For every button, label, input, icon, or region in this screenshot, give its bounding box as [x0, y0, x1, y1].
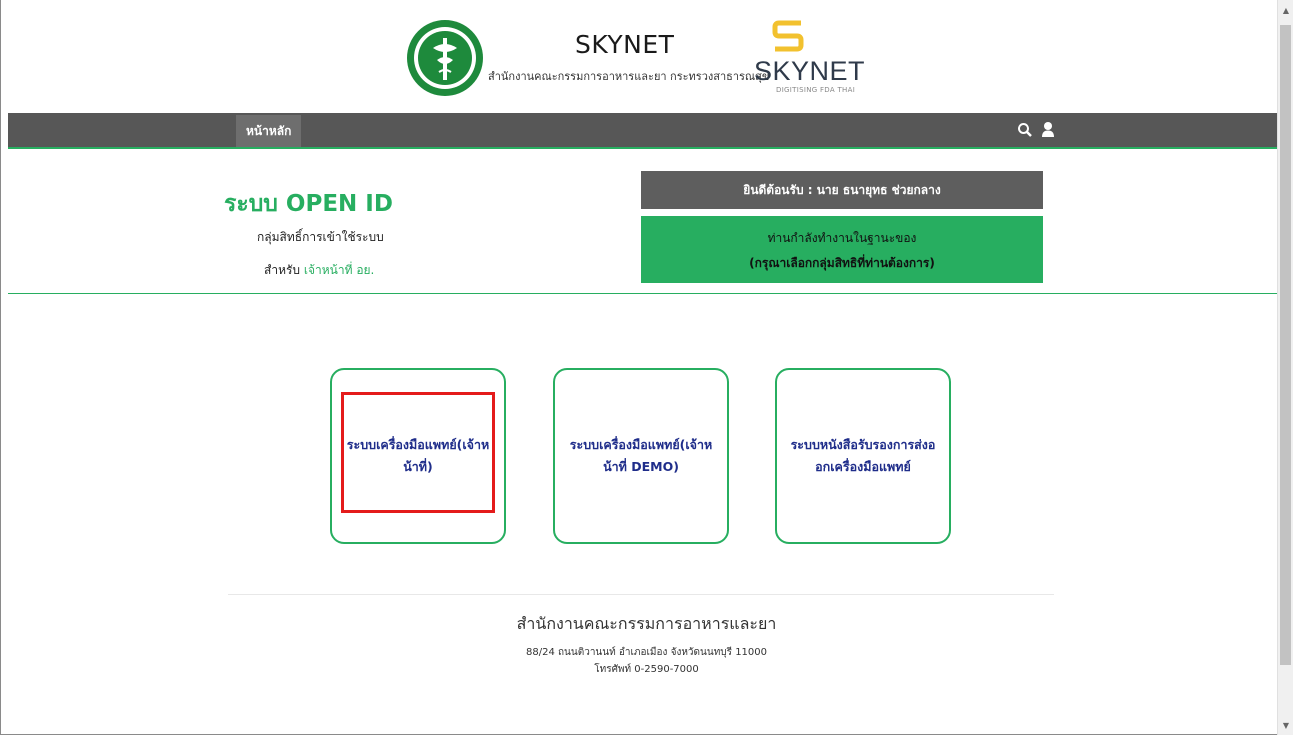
scrollbar-thumb[interactable] — [1280, 25, 1291, 665]
scroll-up-arrow-icon[interactable]: ▲ — [1278, 0, 1293, 20]
nav-home-link[interactable]: หน้าหลัก — [236, 115, 302, 147]
role-line-2: (กรุณาเลือกกลุ่มสิทธิที่ท่านต้องการ) — [749, 256, 935, 270]
footer-address: 88/24 ถนนติวานนท์ อำเภอเมือง จังหวัดนนทบ… — [525, 647, 768, 658]
audience-label: สำหรับ เจ้าหน้าที่ อย. — [264, 261, 374, 280]
site-subtitle: สำนักงานคณะกรรมการอาหารและยา กระทรวงสาธา… — [488, 70, 770, 83]
site-title: SKYNET — [575, 30, 675, 59]
card-label: ระบบเครื่องมือแพทย์(เจ้าหน้าที่) — [346, 437, 490, 474]
footer-divider — [228, 594, 1054, 595]
role-line-1: ท่านกำลังทำงานในฐานะของ — [767, 231, 917, 245]
skynet-mark-icon — [772, 20, 804, 52]
ministry-logo — [407, 20, 483, 96]
skynet-tagline: DIGITISING FDA THAI — [776, 86, 856, 94]
audience-prefix: สำหรับ — [264, 263, 301, 277]
footer-org: สำนักงานคณะกรรมการอาหารและยา — [516, 614, 777, 633]
role-banner: ท่านกำลังทำงานในฐานะของ (กรุณาเลือกกลุ่ม… — [641, 216, 1043, 283]
card-label: ระบบหนังสือรับรองการส่งออกเครื่องมือแพทย… — [790, 437, 936, 474]
card-medical-device-staff-demo[interactable]: ระบบเครื่องมือแพทย์(เจ้าหน้าที่ DEMO) — [553, 368, 729, 544]
card-medical-device-staff[interactable]: ระบบเครื่องมือแพทย์(เจ้าหน้าที่) — [330, 368, 506, 544]
search-icon[interactable] — [1017, 122, 1033, 138]
scroll-down-arrow-icon[interactable]: ▼ — [1278, 715, 1293, 735]
card-label: ระบบเครื่องมือแพทย์(เจ้าหน้าที่ DEMO) — [569, 437, 713, 474]
vertical-scrollbar[interactable]: ▲ ▼ — [1277, 0, 1293, 735]
audience-accent: เจ้าหน้าที่ อย. — [303, 263, 375, 277]
welcome-banner: ยินดีต้อนรับ : นาย ธนายุทธ ช่วยกลาง — [641, 171, 1043, 209]
main-navbar: หน้าหลัก — [8, 113, 1277, 149]
skynet-logo: SKYNET DIGITISING FDA THAI — [754, 14, 865, 100]
section-divider — [8, 293, 1277, 294]
openid-title: ระบบ OPEN ID — [224, 191, 393, 217]
card-export-certificate[interactable]: ระบบหนังสือรับรองการส่งออกเครื่องมือแพทย… — [775, 368, 951, 544]
skynet-wordmark: SKYNET — [754, 56, 866, 86]
site-header: SKYNET สำนักงานคณะกรรมการอาหารและยา กระท… — [8, 0, 1277, 113]
footer-phone: โทรศัพท์ 0-2590-7000 — [594, 664, 699, 675]
user-icon[interactable] — [1041, 121, 1055, 138]
access-group-label: กลุ่มสิทธิ์การเข้าใช้ระบบ — [257, 230, 384, 244]
